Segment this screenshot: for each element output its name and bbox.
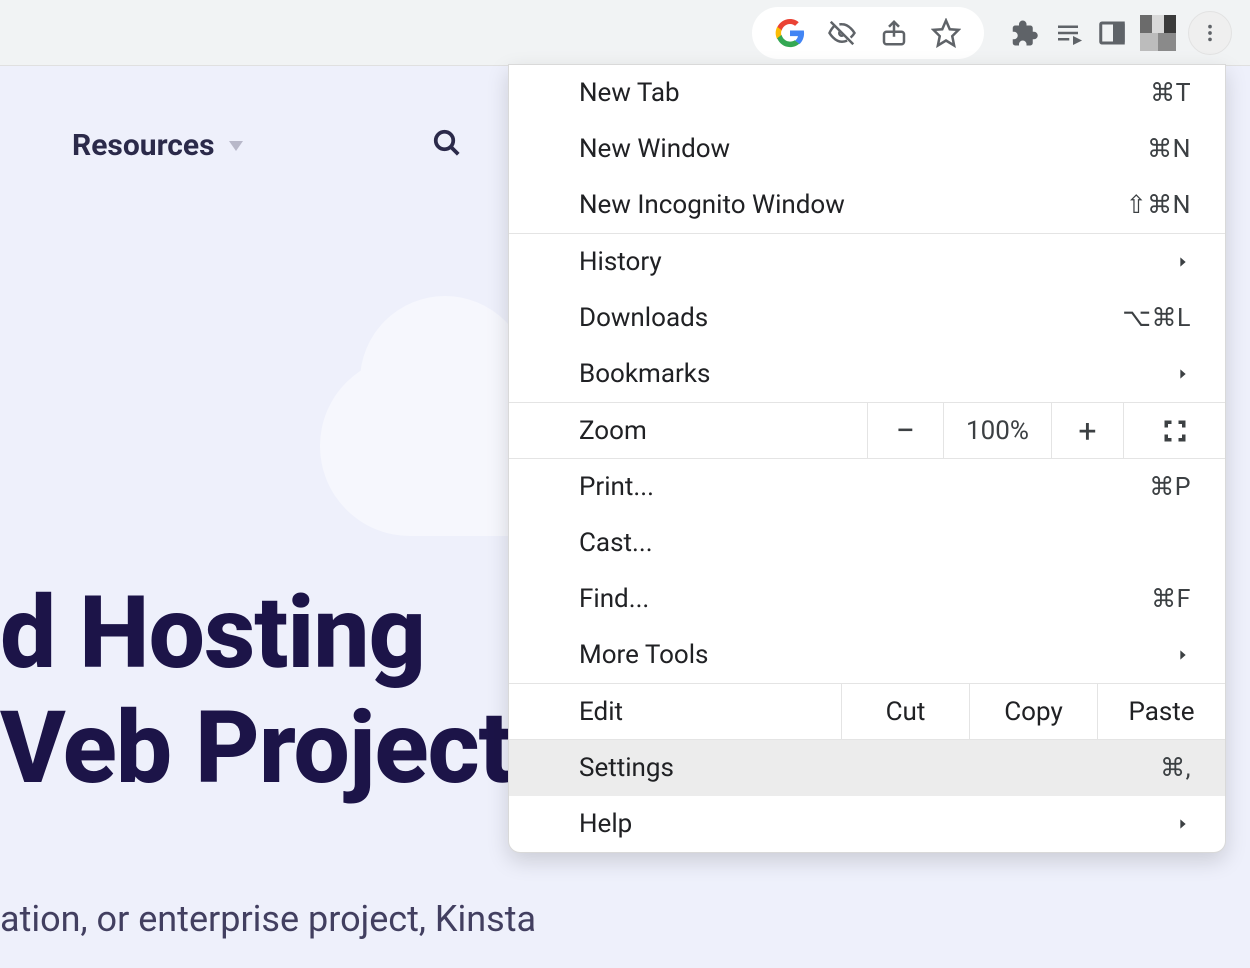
side-panel-icon[interactable]	[1096, 17, 1128, 49]
menu-shortcut: ⌘P	[1149, 472, 1191, 502]
menu-shortcut: ⌘,	[1160, 753, 1191, 783]
nav-resources[interactable]: Resources	[72, 128, 243, 163]
menu-label: Cast...	[579, 528, 653, 558]
menu-shortcut: ⇧⌘N	[1126, 190, 1191, 220]
menu-history[interactable]: History	[509, 234, 1225, 290]
menu-zoom-row: Zoom − 100% +	[509, 403, 1225, 459]
menu-edit-label: Edit	[509, 684, 841, 739]
menu-label: New Window	[579, 134, 730, 164]
menu-new-tab[interactable]: New Tab ⌘T	[509, 65, 1225, 121]
menu-label: Bookmarks	[579, 359, 710, 389]
menu-section-new: New Tab ⌘T New Window ⌘N New Incognito W…	[509, 65, 1225, 234]
menu-section-history: History Downloads ⌥⌘L Bookmarks	[509, 234, 1225, 403]
menu-section-settings: Settings ⌘, Help	[509, 740, 1225, 852]
profile-avatar[interactable]	[1140, 15, 1176, 51]
google-icon[interactable]	[774, 17, 806, 49]
menu-label: New Tab	[579, 78, 680, 108]
chevron-down-icon	[229, 141, 243, 151]
search-icon[interactable]	[432, 128, 462, 162]
menu-settings[interactable]: Settings ⌘,	[509, 740, 1225, 796]
menu-edit-row: Edit Cut Copy Paste	[509, 684, 1225, 740]
nav-resources-label: Resources	[72, 128, 215, 163]
menu-new-window[interactable]: New Window ⌘N	[509, 121, 1225, 177]
menu-find[interactable]: Find... ⌘F	[509, 571, 1225, 627]
menu-shortcut: ⌘T	[1150, 78, 1191, 108]
more-menu-button[interactable]	[1188, 11, 1232, 55]
share-icon[interactable]	[878, 17, 910, 49]
chrome-menu: New Tab ⌘T New Window ⌘N New Incognito W…	[508, 64, 1226, 853]
menu-zoom-label: Zoom	[509, 403, 867, 458]
browser-toolbar	[0, 0, 1250, 66]
chevron-right-icon	[1175, 359, 1191, 389]
hero-headline: d Hosting Veb Project	[0, 576, 512, 806]
menu-label: Print...	[579, 472, 654, 502]
media-icon[interactable]	[1052, 17, 1084, 49]
extensions-icon[interactable]	[1008, 17, 1040, 49]
menu-label: Find...	[579, 584, 649, 614]
menu-more-tools[interactable]: More Tools	[509, 627, 1225, 683]
menu-print[interactable]: Print... ⌘P	[509, 459, 1225, 515]
chevron-right-icon	[1175, 809, 1191, 839]
menu-label: History	[579, 247, 662, 277]
menu-section-tools: Print... ⌘P Cast... Find... ⌘F More Tool…	[509, 459, 1225, 684]
fullscreen-button[interactable]	[1123, 403, 1225, 458]
menu-label: New Incognito Window	[579, 190, 845, 220]
zoom-percent: 100%	[943, 403, 1051, 458]
hero-subline: ation, or enterprise project, Kinsta	[0, 898, 536, 940]
eye-off-icon[interactable]	[826, 17, 858, 49]
menu-shortcut: ⌘F	[1151, 584, 1191, 614]
menu-new-incognito[interactable]: New Incognito Window ⇧⌘N	[509, 177, 1225, 233]
menu-help[interactable]: Help	[509, 796, 1225, 852]
zoom-out-button[interactable]: −	[867, 403, 943, 458]
chevron-right-icon	[1175, 247, 1191, 277]
edit-copy-button[interactable]: Copy	[969, 684, 1097, 739]
menu-shortcut: ⌥⌘L	[1122, 303, 1191, 333]
star-icon[interactable]	[930, 17, 962, 49]
menu-bookmarks[interactable]: Bookmarks	[509, 346, 1225, 402]
menu-shortcut: ⌘N	[1147, 134, 1191, 164]
menu-label: Settings	[579, 753, 674, 783]
omnibox-actions	[752, 7, 984, 59]
menu-downloads[interactable]: Downloads ⌥⌘L	[509, 290, 1225, 346]
menu-label: Help	[579, 809, 632, 839]
menu-label: Downloads	[579, 303, 708, 333]
edit-cut-button[interactable]: Cut	[841, 684, 969, 739]
edit-paste-button[interactable]: Paste	[1097, 684, 1225, 739]
zoom-in-button[interactable]: +	[1051, 403, 1123, 458]
chevron-right-icon	[1175, 640, 1191, 670]
menu-label: More Tools	[579, 640, 708, 670]
menu-cast[interactable]: Cast...	[509, 515, 1225, 571]
